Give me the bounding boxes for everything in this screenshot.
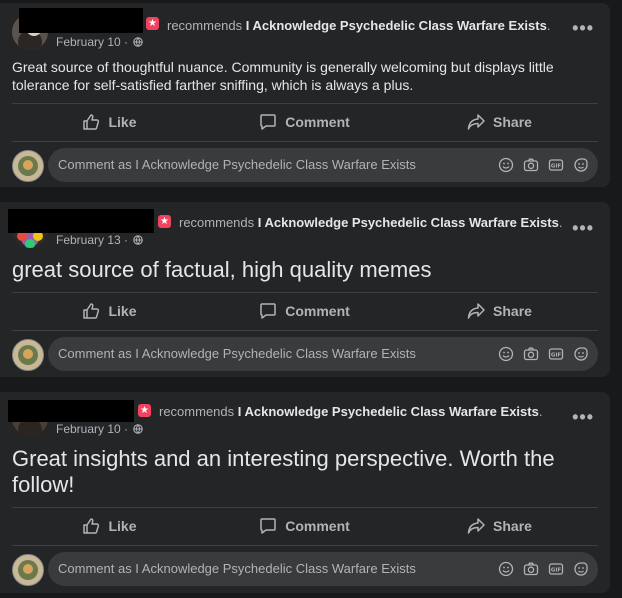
sticker-icon[interactable] (573, 561, 589, 577)
like-button[interactable]: Like (12, 508, 207, 544)
post-header: ★ recommends I Acknowledge Psychedelic C… (0, 202, 610, 252)
comment-composer: Comment as I Acknowledge Psychedelic Cla… (12, 337, 598, 371)
emoji-icon[interactable] (498, 346, 514, 362)
speech-bubble-icon (260, 303, 276, 319)
more-options-icon[interactable]: ••• (572, 18, 594, 39)
post-meta: February 10 · (56, 422, 144, 436)
comment-label: Comment (285, 303, 350, 319)
post-header: ★ recommends I Acknowledge Psychedelic C… (0, 3, 610, 53)
sticker-icon[interactable] (573, 157, 589, 173)
redacted-name (19, 8, 143, 33)
post-text: Great source of thoughtful nuance. Commu… (12, 59, 554, 93)
comment-input[interactable]: Comment as I Acknowledge Psychedelic Cla… (48, 552, 598, 586)
gif-icon[interactable]: GIF (548, 561, 564, 577)
share-arrow-icon (467, 518, 485, 534)
comment-placeholder: Comment as I Acknowledge Psychedelic Cla… (58, 157, 416, 172)
comment-input[interactable]: Comment as I Acknowledge Psychedelic Cla… (48, 337, 598, 371)
speech-bubble-icon (260, 114, 276, 130)
like-label: Like (108, 518, 137, 534)
comment-placeholder: Comment as I Acknowledge Psychedelic Cla… (58, 346, 416, 361)
comment-button[interactable]: Comment (207, 104, 402, 140)
post-header: ★ recommends I Acknowledge Psychedelic C… (0, 392, 610, 442)
comment-input[interactable]: Comment as I Acknowledge Psychedelic Cla… (48, 148, 598, 182)
like-label: Like (108, 303, 137, 319)
divider (12, 141, 598, 142)
svg-text:GIF: GIF (551, 353, 562, 359)
comment-button[interactable]: Comment (207, 508, 402, 544)
share-button[interactable]: Share (402, 104, 597, 140)
page-avatar[interactable] (12, 150, 44, 182)
thumbs-up-icon (83, 518, 100, 534)
review-post: ★ recommends I Acknowledge Psychedelic C… (0, 392, 610, 593)
page-avatar[interactable] (12, 554, 44, 586)
recommendation-line: recommends I Acknowledge Psychedelic Cla… (159, 404, 543, 419)
post-date[interactable]: February 13 (56, 233, 121, 247)
recommends-label: recommends (167, 18, 243, 33)
post-meta: February 10 · (56, 35, 144, 49)
emoji-icon[interactable] (498, 561, 514, 577)
emoji-icon[interactable] (498, 157, 514, 173)
review-post: ★ recommends I Acknowledge Psychedelic C… (0, 3, 610, 187)
svg-text:GIF: GIF (551, 568, 562, 574)
globe-icon (133, 235, 144, 245)
post-text: great source of factual, high quality me… (12, 257, 432, 282)
share-arrow-icon (467, 303, 485, 319)
divider (12, 330, 598, 331)
share-label: Share (493, 303, 532, 319)
post-meta: February 13 · (56, 233, 144, 247)
comment-label: Comment (285, 114, 350, 130)
like-button[interactable]: Like (12, 293, 207, 329)
action-bar: Like Comment Share (12, 508, 598, 544)
globe-icon (133, 37, 144, 47)
svg-text:GIF: GIF (551, 164, 562, 170)
comment-composer: Comment as I Acknowledge Psychedelic Cla… (12, 552, 598, 586)
redacted-name (8, 209, 154, 233)
thumbs-up-icon (83, 303, 100, 319)
more-options-icon[interactable]: ••• (572, 407, 594, 428)
recommends-label: recommends (179, 215, 255, 230)
page-name-link[interactable]: I Acknowledge Psychedelic Class Warfare … (258, 215, 559, 230)
recommendation-line: recommends I Acknowledge Psychedelic Cla… (179, 215, 563, 230)
post-text: Great insights and an interesting perspe… (12, 446, 555, 497)
globe-icon (133, 424, 144, 434)
action-bar: Like Comment Share (12, 104, 598, 140)
share-arrow-icon (467, 114, 485, 130)
share-label: Share (493, 518, 532, 534)
comment-placeholder: Comment as I Acknowledge Psychedelic Cla… (58, 561, 416, 576)
review-post: ★ recommends I Acknowledge Psychedelic C… (0, 202, 610, 377)
comment-composer: Comment as I Acknowledge Psychedelic Cla… (12, 148, 598, 182)
recommendation-line: recommends I Acknowledge Psychedelic Cla… (167, 18, 551, 33)
page-name-link[interactable]: I Acknowledge Psychedelic Class Warfare … (246, 18, 547, 33)
redacted-name (8, 400, 134, 422)
recommends-label: recommends (159, 404, 235, 419)
divider (12, 545, 598, 546)
page-name-link[interactable]: I Acknowledge Psychedelic Class Warfare … (238, 404, 539, 419)
page-avatar[interactable] (12, 339, 44, 371)
camera-icon[interactable] (523, 346, 539, 362)
share-button[interactable]: Share (402, 508, 597, 544)
thumbs-up-icon (83, 114, 100, 130)
camera-icon[interactable] (523, 157, 539, 173)
camera-icon[interactable] (523, 561, 539, 577)
share-label: Share (493, 114, 532, 130)
recommend-badge-icon: ★ (138, 404, 151, 417)
like-label: Like (108, 114, 137, 130)
comment-label: Comment (285, 518, 350, 534)
recommend-badge-icon: ★ (146, 17, 159, 30)
sticker-icon[interactable] (573, 346, 589, 362)
recommend-badge-icon: ★ (158, 215, 171, 228)
speech-bubble-icon (260, 518, 276, 534)
gif-icon[interactable]: GIF (548, 157, 564, 173)
like-button[interactable]: Like (12, 104, 207, 140)
post-date[interactable]: February 10 (56, 35, 121, 49)
share-button[interactable]: Share (402, 293, 597, 329)
post-date[interactable]: February 10 (56, 422, 121, 436)
action-bar: Like Comment Share (12, 293, 598, 329)
comment-button[interactable]: Comment (207, 293, 402, 329)
more-options-icon[interactable]: ••• (572, 218, 594, 239)
gif-icon[interactable]: GIF (548, 346, 564, 362)
